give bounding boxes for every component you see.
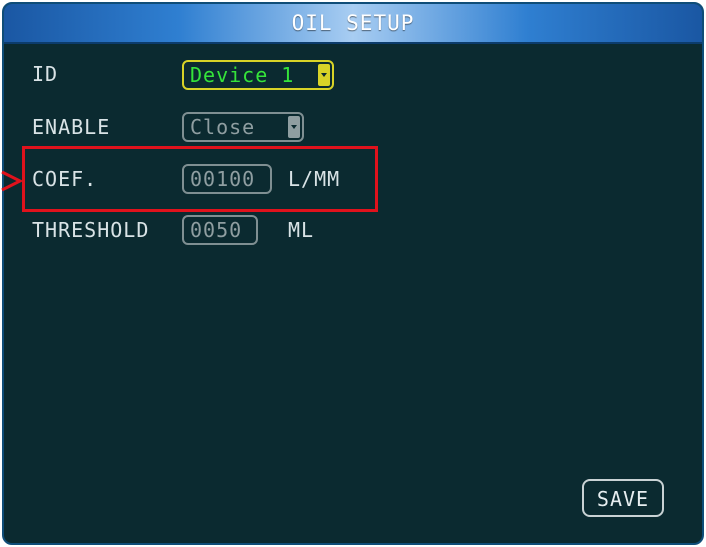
id-label: ID: [32, 62, 59, 86]
threshold-unit: ML: [288, 218, 315, 242]
threshold-input[interactable]: 0050: [182, 215, 258, 245]
highlight-box: [22, 146, 378, 212]
enable-dropdown[interactable]: Close: [182, 112, 304, 142]
window-title: OIL SETUP: [291, 11, 415, 35]
id-value: Device 1: [190, 63, 295, 87]
threshold-label: THRESHOLD: [32, 218, 150, 242]
id-dropdown[interactable]: Device 1: [182, 60, 334, 90]
arrow-right-icon: [1, 170, 24, 192]
chevron-down-icon: [318, 64, 330, 86]
chevron-down-icon: [288, 116, 300, 138]
enable-label: ENABLE: [32, 115, 111, 139]
title-bar: OIL SETUP: [4, 4, 702, 44]
save-button[interactable]: SAVE: [582, 479, 664, 517]
oil-setup-window: OIL SETUP ID Device 1 ENABLE Close COEF.…: [2, 2, 704, 545]
enable-value: Close: [190, 115, 256, 139]
